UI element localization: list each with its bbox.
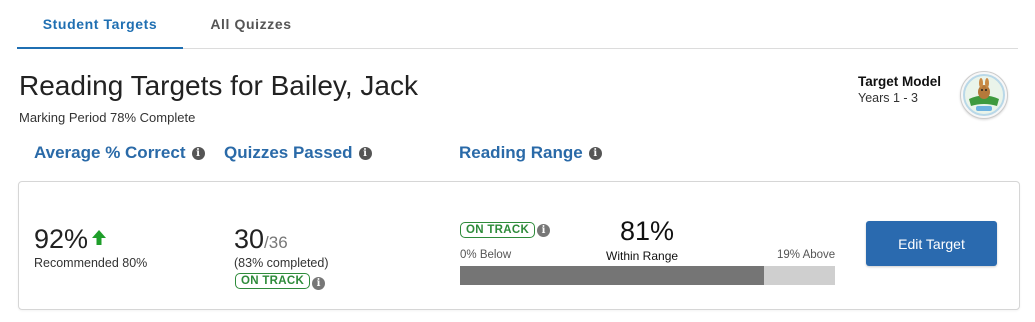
average-correct-value: 92% [34, 224, 89, 254]
reading-range-status-badge: ON TRACK [460, 222, 536, 238]
quizzes-passed-value: 30/36 [234, 224, 288, 255]
edit-target-button[interactable]: Edit Target [866, 221, 997, 266]
quizzes-passed-count: 30 [234, 224, 265, 254]
within-range-percent: 81% [620, 216, 675, 246]
tab-student-targets[interactable]: Student Targets [17, 0, 183, 49]
page-title: Reading Targets for Bailey, Jack [19, 70, 418, 101]
target-model: Target Model Years 1 - 3 [858, 74, 958, 105]
quizzes-status-badge: ON TRACK [235, 273, 311, 289]
quizzes-total: /36 [264, 233, 288, 252]
reading-range-bar-fill [460, 266, 764, 285]
target-model-title: Target Model [858, 74, 942, 89]
average-correct-heading-label: Average % Correct [34, 143, 186, 162]
quizzes-passed-heading: Quizzes Passed i [224, 143, 372, 163]
arrow-up-icon [91, 229, 107, 251]
below-range-label: 0% Below [460, 249, 512, 261]
info-icon[interactable]: i [191, 146, 205, 160]
tab-bar: Student Targets All Quizzes [17, 0, 1018, 49]
within-range-label: Within Range [606, 249, 679, 263]
reading-range-bar [460, 266, 835, 285]
reading-range-heading: Reading Range i [459, 143, 602, 163]
tab-all-quizzes[interactable]: All Quizzes [183, 0, 319, 48]
quizzes-passed-heading-label: Quizzes Passed [224, 143, 353, 162]
quizzes-completed: (83% completed) [234, 256, 329, 270]
info-icon[interactable]: i [358, 146, 372, 160]
target-model-badge-icon [960, 71, 1008, 119]
info-icon[interactable]: i [537, 224, 550, 237]
info-icon[interactable]: i [588, 146, 602, 160]
reading-range-heading-label: Reading Range [459, 143, 583, 162]
recommended-average: Recommended 80% [34, 256, 148, 270]
above-range-label: 19% Above [777, 249, 836, 261]
average-correct-heading: Average % Correct i [34, 143, 205, 163]
marking-period-status: Marking Period 78% Complete [19, 110, 196, 125]
info-icon[interactable]: i [312, 277, 325, 290]
target-model-years: Years 1 - 3 [858, 91, 918, 105]
